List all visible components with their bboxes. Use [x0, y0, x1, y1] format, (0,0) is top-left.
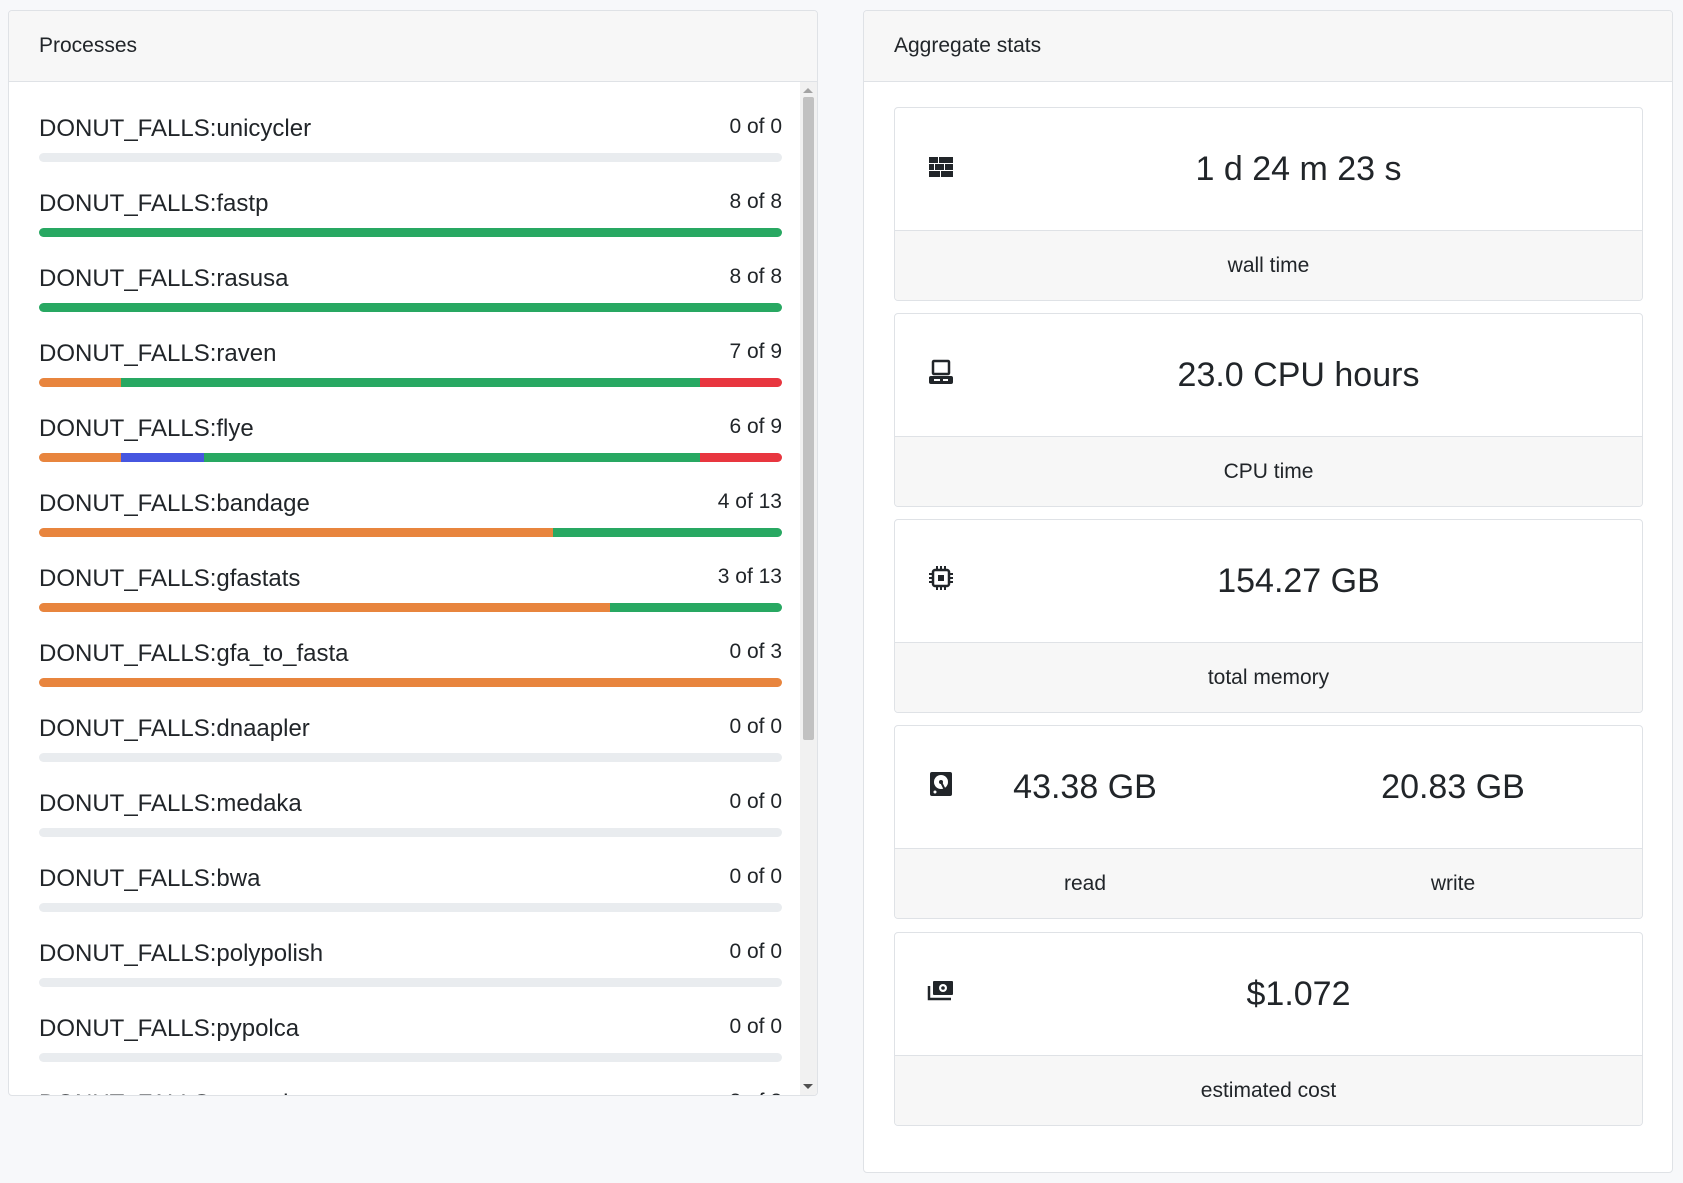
process-count: 8 of 8 — [729, 190, 782, 213]
cost-label: estimated cost — [1200, 1079, 1337, 1102]
process-row: DONUT_FALLS:polypolish 0 of 0 — [39, 907, 782, 987]
process-name: DONUT_FALLS:nanoplot — [39, 1090, 308, 1095]
process-row: DONUT_FALLS:raven 7 of 9 — [39, 307, 782, 387]
process-count: 0 of 0 — [729, 1015, 782, 1038]
process-row: DONUT_FALLS:gfa_to_fasta 0 of 3 — [39, 607, 782, 687]
aggregate-stats-header: Aggregate stats — [864, 11, 1672, 82]
computer-icon — [929, 359, 953, 384]
memory-card: 154.27 GB total memory — [894, 519, 1643, 713]
processes-card: Processes DONUT_FALLS:unicycler 0 of 0 DON… — [8, 10, 818, 1096]
write-value: 20.83 GB — [1381, 767, 1525, 806]
process-count: 0 of 3 — [729, 640, 782, 663]
read-value: 43.38 GB — [1013, 767, 1157, 806]
wall-time-label: wall time — [1227, 254, 1310, 277]
process-row: DONUT_FALLS:gfastats 3 of 13 — [39, 532, 782, 612]
cpu-time-value: 23.0 CPU hours — [1177, 356, 1420, 394]
process-count: 8 of 8 — [729, 265, 782, 288]
process-name: DONUT_FALLS:gfa_to_fasta — [39, 640, 349, 667]
scroll-down-arrow-icon[interactable] — [803, 1084, 813, 1089]
process-name: DONUT_FALLS:bwa — [39, 865, 261, 892]
process-name: DONUT_FALLS:gfastats — [39, 565, 301, 592]
process-row: DONUT_FALLS:rasusa 8 of 8 — [39, 232, 782, 312]
process-count: 0 of 0 — [729, 940, 782, 963]
io-card: 43.38 GB 20.83 GB read write — [894, 725, 1643, 919]
process-name: DONUT_FALLS:flye — [39, 415, 254, 442]
cpu-time-label: CPU time — [1223, 460, 1314, 483]
processes-scrollbar[interactable] — [800, 82, 817, 1095]
process-count: 0 of 0 — [729, 865, 782, 888]
aggregate-stats-card: Aggregate stats 1 d 24 m 23 s wall time — [863, 10, 1673, 1173]
read-label: read — [1063, 872, 1107, 895]
cost-value: $1.072 — [1246, 975, 1351, 1013]
process-name: DONUT_FALLS:polypolish — [39, 940, 324, 967]
process-count: 0 of 0 — [729, 115, 782, 138]
brick-wall-icon — [929, 157, 953, 177]
processes-list: DONUT_FALLS:unicycler 0 of 0 DONUT_FALLS:f… — [39, 82, 782, 1095]
process-name: DONUT_FALLS:rasusa — [39, 265, 289, 292]
process-count: 0 of 0 — [729, 715, 782, 738]
process-row: DONUT_FALLS:flye 6 of 9 — [39, 382, 782, 462]
scroll-up-arrow-icon[interactable] — [803, 88, 813, 93]
wall-time-value: 1 d 24 m 23 s — [1195, 150, 1402, 188]
process-row: DONUT_FALLS:unicycler 0 of 0 — [39, 82, 782, 162]
process-count: 3 of 13 — [717, 565, 782, 588]
scrollbar-thumb[interactable] — [803, 97, 814, 740]
aggregate-stats-title: Aggregate stats — [894, 34, 1042, 57]
processes-title: Processes — [39, 34, 138, 57]
process-row: DONUT_FALLS:bwa 0 of 0 — [39, 832, 782, 912]
wall-time-card: 1 d 24 m 23 s wall time — [894, 107, 1643, 301]
money-bill-icon — [927, 981, 953, 1001]
processes-list-container[interactable]: DONUT_FALLS:unicycler 0 of 0 DONUT_FALLS:f… — [9, 82, 817, 1095]
memory-value: 154.27 GB — [1217, 562, 1380, 600]
process-row: DONUT_FALLS:nanoplot 8 of 8 — [39, 1057, 782, 1095]
process-name: DONUT_FALLS:fastp — [39, 190, 269, 217]
cpu-time-card: 23.0 CPU hours CPU time — [894, 313, 1643, 507]
process-name: DONUT_FALLS:dnaapler — [39, 715, 310, 742]
memory-label: total memory — [1207, 666, 1330, 689]
cost-card: $1.072 estimated cost — [894, 932, 1643, 1126]
process-count: 8 of 8 — [729, 1090, 782, 1095]
process-name: DONUT_FALLS:raven — [39, 340, 277, 367]
process-name: DONUT_FALLS:pypolca — [39, 1015, 300, 1042]
process-row: DONUT_FALLS:dnaapler 0 of 0 — [39, 682, 782, 762]
process-name: DONUT_FALLS:medaka — [39, 790, 302, 817]
microchip-icon — [929, 566, 953, 590]
process-row: DONUT_FALLS:medaka 0 of 0 — [39, 757, 782, 837]
process-count: 4 of 13 — [717, 490, 782, 513]
process-row: DONUT_FALLS:bandage 4 of 13 — [39, 457, 782, 537]
process-count: 6 of 9 — [729, 415, 782, 438]
process-name: DONUT_FALLS:bandage — [39, 490, 310, 517]
process-row: DONUT_FALLS:pypolca 0 of 0 — [39, 982, 782, 1062]
processes-header: Processes — [9, 11, 817, 82]
write-label: write — [1430, 872, 1476, 895]
process-count: 7 of 9 — [729, 340, 782, 363]
process-count: 0 of 0 — [729, 790, 782, 813]
process-name: DONUT_FALLS:unicycler — [39, 115, 312, 142]
process-row: DONUT_FALLS:fastp 8 of 8 — [39, 157, 782, 237]
